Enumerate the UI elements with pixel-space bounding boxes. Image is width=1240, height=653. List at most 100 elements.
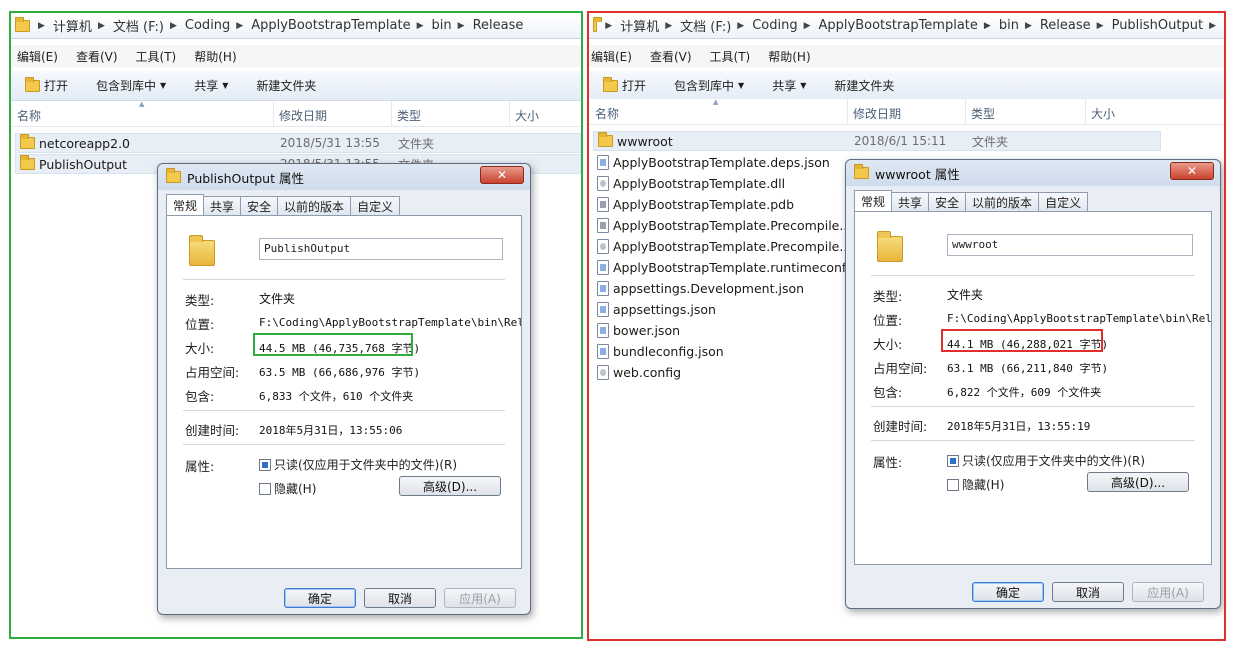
tab-customize[interactable]: 自定义 (350, 196, 401, 216)
column-type[interactable]: 类型 (971, 105, 995, 122)
list-item[interactable]: ApplyBootstrapTemplate.dll (593, 173, 785, 193)
dialog-title-bar[interactable]: wwwroot 属性 (846, 160, 1220, 186)
ok-button[interactable]: 确定 (972, 582, 1044, 602)
tab-sharing[interactable]: 共享 (891, 192, 930, 212)
list-item[interactable]: appsettings.Development.json (593, 278, 804, 298)
address-bar[interactable]: ▶ 计算机 ▶ 文档 (F:) ▶ Coding ▶ ApplyBootstrapTem… (589, 13, 1224, 39)
type-label: 类型: (185, 293, 215, 308)
chevron-right-icon: ▶ (737, 20, 745, 31)
ok-button[interactable]: 确定 (284, 588, 356, 608)
folder-icon (598, 132, 613, 147)
list-item[interactable]: ApplyBootstrapTemplate.Precompile... (593, 215, 851, 235)
breadcrumb-coding[interactable]: Coding (752, 18, 797, 33)
cancel-button[interactable]: 取消 (364, 588, 436, 608)
chevron-right-icon: ▶ (1024, 20, 1032, 31)
list-item[interactable]: appsettings.json (593, 299, 716, 319)
hidden-checkbox[interactable]: 隐藏(H) (947, 476, 1004, 493)
tab-previous-versions[interactable]: 以前的版本 (965, 192, 1040, 212)
column-date[interactable]: 修改日期 (279, 107, 327, 124)
chevron-right-icon: ▶ (983, 20, 991, 31)
menu-edit[interactable]: 编辑(E) (591, 48, 632, 65)
share-button[interactable]: 共享 ▼ (772, 77, 806, 94)
json-file-icon (597, 322, 609, 338)
column-name[interactable]: 名称 (595, 105, 619, 122)
open-button[interactable]: 打开 (25, 76, 68, 94)
advanced-button[interactable]: 高级(D)... (1087, 472, 1189, 492)
breadcrumb-coding[interactable]: Coding (185, 18, 230, 33)
tab-general[interactable]: 常规 (166, 194, 205, 216)
open-button[interactable]: 打开 (603, 76, 646, 94)
breadcrumb-release[interactable]: Release (1040, 18, 1091, 33)
column-date[interactable]: 修改日期 (853, 105, 901, 122)
dialog-title-bar[interactable]: PublishOutput 属性 (158, 164, 530, 190)
size-on-disk-value: 63.1 MB (66,211,840 字节) (947, 362, 1109, 375)
new-folder-button[interactable]: 新建文件夹 (256, 77, 316, 94)
menu-help[interactable]: 帮助(H) (768, 48, 810, 65)
list-item[interactable]: ApplyBootstrapTemplate.runtimeconf... (593, 257, 857, 277)
close-button[interactable]: ✕ (480, 166, 524, 184)
address-bar[interactable]: ▶ 计算机 ▶ 文档 (F:) ▶ Coding ▶ ApplyBootstrapTem… (11, 13, 581, 39)
breadcrumb-publishoutput[interactable]: PublishOutput (1112, 18, 1204, 33)
menu-tools[interactable]: 工具(T) (710, 48, 751, 65)
tab-previous-versions[interactable]: 以前的版本 (277, 196, 352, 216)
chevron-right-icon: ▶ (1209, 20, 1216, 31)
breadcrumb-release[interactable]: Release (473, 18, 524, 33)
list-item[interactable]: netcoreapp2.0 2018/5/31 13:55 文件夹 (15, 133, 581, 153)
list-item[interactable]: wwwroot 2018/6/1 15:11 文件夹 (593, 131, 1161, 151)
breadcrumb-project[interactable]: ApplyBootstrapTemplate (251, 18, 410, 33)
advanced-button[interactable]: 高级(D)... (399, 476, 501, 496)
list-item[interactable]: web.config (593, 362, 681, 382)
menu-view[interactable]: 查看(V) (650, 48, 692, 65)
breadcrumb-computer[interactable]: 计算机 (620, 16, 659, 35)
menu-view[interactable]: 查看(V) (76, 48, 118, 65)
breadcrumb-bin[interactable]: bin (999, 18, 1019, 33)
list-item[interactable]: ApplyBootstrapTemplate.deps.json (593, 152, 830, 172)
list-item[interactable]: bower.json (593, 320, 680, 340)
menu-tools[interactable]: 工具(T) (136, 48, 177, 65)
tab-security[interactable]: 安全 (240, 196, 279, 216)
tab-security[interactable]: 安全 (928, 192, 967, 212)
location-label: 位置: (185, 317, 215, 332)
menu-help[interactable]: 帮助(H) (194, 48, 236, 65)
command-toolbar: 打开 包含到库中 ▼ 共享 ▼ 新建文件夹 (11, 71, 581, 101)
column-size[interactable]: 大小 (1091, 105, 1115, 122)
list-item[interactable]: bundleconfig.json (593, 341, 724, 361)
hidden-checkbox[interactable]: 隐藏(H) (259, 480, 316, 497)
list-item[interactable]: ApplyBootstrapTemplate.pdb (593, 194, 794, 214)
breadcrumb-drive[interactable]: 文档 (F:) (113, 16, 164, 35)
readonly-checkbox[interactable]: 只读(仅应用于文件夹中的文件)(R) (259, 456, 457, 473)
apply-button[interactable]: 应用(A) (444, 588, 516, 608)
breadcrumb-project[interactable]: ApplyBootstrapTemplate (819, 18, 978, 33)
contains-label: 包含: (873, 385, 903, 400)
share-button[interactable]: 共享 ▼ (194, 77, 228, 94)
contains-label: 包含: (185, 389, 215, 404)
breadcrumb-drive[interactable]: 文档 (F:) (680, 16, 731, 35)
close-button[interactable]: ✕ (1170, 162, 1214, 180)
size-on-disk-value: 63.5 MB (66,686,976 字节) (259, 366, 421, 379)
list-item[interactable]: ApplyBootstrapTemplate.Precompile... (593, 236, 851, 256)
breadcrumb-computer[interactable]: 计算机 (53, 16, 92, 35)
breadcrumb-bin[interactable]: bin (432, 18, 452, 33)
size-highlight-box (253, 333, 413, 356)
include-in-library-button[interactable]: 包含到库中 ▼ (96, 77, 166, 94)
folder-name-input[interactable]: wwwroot (947, 234, 1193, 256)
menu-edit[interactable]: 编辑(E) (17, 48, 58, 65)
tab-sharing[interactable]: 共享 (203, 196, 242, 216)
include-in-library-button[interactable]: 包含到库中 ▼ (674, 77, 744, 94)
column-name[interactable]: 名称 (17, 107, 41, 124)
folder-name-input[interactable]: PublishOutput (259, 238, 503, 260)
tab-customize[interactable]: 自定义 (1038, 192, 1089, 212)
column-type[interactable]: 类型 (397, 107, 421, 124)
chevron-right-icon: ▶ (169, 20, 177, 31)
apply-button[interactable]: 应用(A) (1132, 582, 1204, 602)
dropdown-arrow-icon: ▼ (160, 81, 167, 90)
column-size[interactable]: 大小 (515, 107, 539, 124)
properties-dialog: PublishOutput 属性 ✕ 常规 共享 安全 以前的版本 自定义 Pu… (157, 163, 531, 615)
tab-bar: 常规 共享 安全 以前的版本 自定义 (166, 194, 401, 216)
readonly-checkbox[interactable]: 只读(仅应用于文件夹中的文件)(R) (947, 452, 1145, 469)
new-folder-button[interactable]: 新建文件夹 (834, 77, 894, 94)
right-explorer-window: ▶ 计算机 ▶ 文档 (F:) ▶ Coding ▶ ApplyBootstrapTem… (587, 11, 1226, 641)
chevron-right-icon: ▶ (605, 20, 613, 31)
cancel-button[interactable]: 取消 (1052, 582, 1124, 602)
tab-general[interactable]: 常规 (854, 190, 893, 212)
